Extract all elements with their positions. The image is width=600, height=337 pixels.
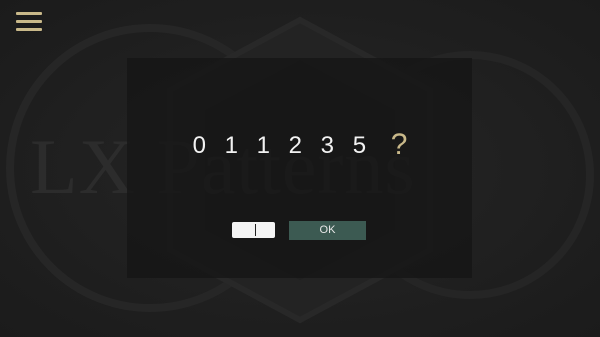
ok-button[interactable]: OK: [289, 221, 366, 240]
text-caret: [255, 224, 256, 236]
answer-input[interactable]: [232, 222, 275, 238]
hamburger-menu-icon[interactable]: [14, 10, 44, 34]
number-sequence: 0 1 1 2 3 5 ?: [0, 128, 600, 163]
game-screen: LX Patterns 0 1 1 2 3 5 ? OK: [0, 0, 600, 337]
sequence-digits: 0 1 1 2 3 5: [192, 132, 385, 159]
puzzle-dialog: [127, 58, 472, 278]
question-mark: ?: [390, 128, 408, 161]
